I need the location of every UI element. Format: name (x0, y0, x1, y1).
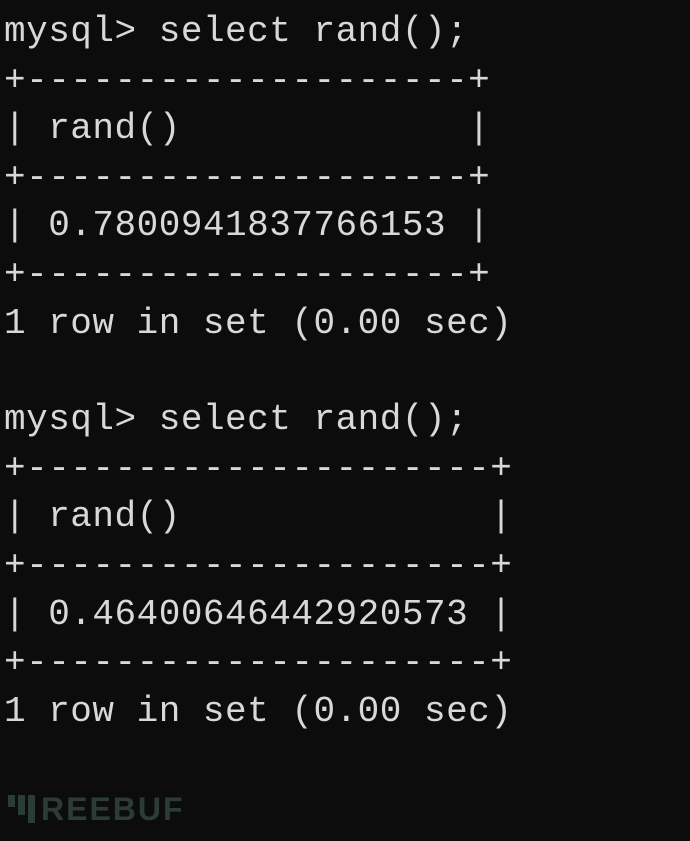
border-bot-2: +---------------------+ (4, 639, 690, 688)
border-top-2: +---------------------+ (4, 445, 690, 494)
status-1: 1 row in set (0.00 sec) (4, 300, 690, 349)
header-1: | rand() | (4, 105, 690, 154)
border-mid-1: +--------------------+ (4, 154, 690, 203)
border-mid-2: +---------------------+ (4, 542, 690, 591)
command-1: select rand(); (159, 11, 468, 52)
border-top-1: +--------------------+ (4, 57, 690, 106)
blank-line (4, 348, 690, 396)
prompt-1: mysql> (4, 11, 159, 52)
watermark: REEBUF (8, 788, 185, 831)
prompt-2: mysql> (4, 399, 159, 440)
command-2: select rand(); (159, 399, 468, 440)
value-2: | 0.46400646442920573 | (4, 591, 690, 640)
border-bot-1: +--------------------+ (4, 251, 690, 300)
watermark-text: REEBUF (41, 788, 185, 831)
watermark-bars-icon (8, 795, 35, 823)
header-2: | rand() | (4, 493, 690, 542)
value-1: | 0.7800941837766153 | (4, 202, 690, 251)
cmd-line-2[interactable]: mysql> select rand(); (4, 396, 690, 445)
cmd-line-1[interactable]: mysql> select rand(); (4, 8, 690, 57)
status-2: 1 row in set (0.00 sec) (4, 688, 690, 737)
